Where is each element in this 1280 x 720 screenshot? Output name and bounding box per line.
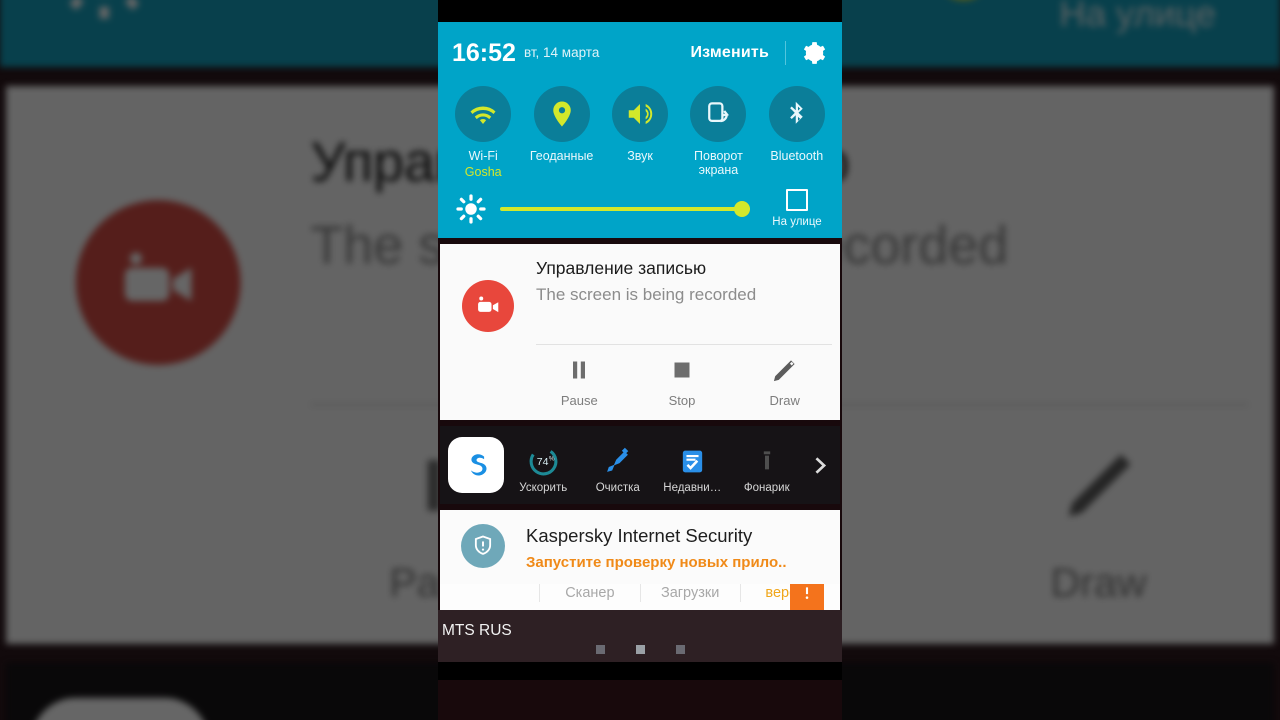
pause-label: Pause (560, 393, 598, 408)
shortcut-recent-label: Недавни… (663, 482, 722, 494)
bluetooth-icon (782, 99, 812, 129)
obscured-action-row[interactable]: Сканер Загрузки версию (440, 584, 840, 610)
stop-icon (670, 355, 694, 385)
location-pin-icon (547, 99, 577, 129)
kaspersky-title: Kaspersky Internet Security (526, 525, 753, 546)
quick-settings-panel: 16:52 вт, 14 марта Изменить Wi-Fi Gosha … (438, 22, 842, 238)
date-label: вт, 14 марта (523, 45, 600, 60)
brightness-sun-icon (456, 193, 486, 224)
boost-ring-icon: 74 % (527, 444, 560, 478)
wifi-network-name: Gosha (464, 165, 502, 179)
location-circle (533, 86, 590, 142)
svg-text:%: % (549, 455, 555, 462)
page-dot-active[interactable] (635, 645, 645, 654)
toggle-wifi[interactable]: Wi-Fi Gosha (444, 86, 522, 179)
toggle-label-screen-rotation: Поворот экрана (694, 149, 743, 177)
toggle-label-location: Геоданные (529, 149, 594, 163)
gear-icon[interactable] (800, 40, 826, 66)
status-bar (438, 0, 842, 22)
page-dot[interactable] (675, 645, 685, 654)
exclamation-badge-icon (790, 584, 824, 610)
wifi-circle (455, 86, 512, 142)
wifi-icon (468, 99, 498, 129)
notification-footer: MTS RUS (438, 610, 842, 680)
volume-icon (625, 99, 655, 129)
carrier-label: MTS RUS (442, 622, 512, 639)
shortcut-flashlight-label: Фонарик (743, 482, 790, 494)
rotation-circle (690, 86, 747, 142)
security-master-s-logo-icon[interactable] (448, 437, 504, 493)
notification-title: Управление записью (536, 258, 707, 278)
sound-circle (612, 86, 669, 142)
notification-icon-column (440, 256, 536, 332)
quick-toggles-row: Wi-Fi Gosha Геоданные Звук Поворот экран… (438, 84, 842, 179)
notification-text: Управление записью The screen is being r… (536, 256, 840, 332)
notification-main: Управление записью The screen is being r… (440, 244, 840, 332)
header-divider (785, 41, 786, 65)
chevron-right-icon[interactable] (804, 454, 834, 477)
broom-clean-icon (603, 444, 632, 478)
toggle-bluetooth[interactable]: Bluetooth (758, 86, 836, 179)
svg-text:74: 74 (536, 456, 548, 468)
pause-button[interactable]: Pause (528, 355, 631, 408)
pause-icon (567, 355, 591, 385)
flashlight-icon (755, 444, 779, 478)
page-indicator (438, 645, 842, 654)
shortcut-toolbar: 74 % Ускорить Очистка Недавни… Фонарик (440, 426, 840, 504)
brightness-slider[interactable] (500, 199, 750, 219)
notification-subtitle: The screen is being recorded (536, 285, 757, 304)
kaspersky-icon-column (440, 524, 526, 574)
outdoor-mode-label: На улице (772, 216, 822, 228)
shortcut-boost-label: Ускорить (519, 482, 568, 494)
navigation-bar (438, 662, 842, 680)
clock: 16:52 (452, 38, 516, 67)
stop-label: Stop (668, 393, 696, 408)
obscured-cell-scanner[interactable]: Сканер (539, 584, 639, 602)
shortcut-clean-label: Очистка (595, 482, 640, 494)
slider-track (500, 206, 750, 211)
draw-label: Draw (769, 393, 800, 408)
shortcut-clean[interactable]: Очистка (581, 436, 656, 494)
draw-button[interactable]: Draw (733, 355, 836, 408)
slider-knob[interactable] (734, 200, 750, 217)
video-record-icon (462, 280, 514, 332)
pencil-icon (771, 355, 798, 385)
toggle-label-sound: Звук (627, 149, 653, 163)
quick-settings-header: 16:52 вт, 14 марта Изменить (438, 22, 842, 84)
edit-button[interactable]: Изменить (690, 44, 769, 62)
shield-alert-icon (461, 524, 505, 568)
stop-button[interactable]: Stop (631, 355, 734, 408)
toggle-sound[interactable]: Звук (601, 86, 679, 179)
checkbox-box[interactable] (786, 189, 808, 211)
toggle-location[interactable]: Геоданные (522, 86, 600, 179)
toggle-screen-rotation[interactable]: Поворот экрана (679, 86, 757, 179)
record-control-notification[interactable]: Управление записью The screen is being r… (440, 244, 840, 420)
outdoor-mode-checkbox[interactable]: На улице (766, 189, 828, 228)
kaspersky-notification[interactable]: Kaspersky Internet Security Запустите пр… (440, 510, 840, 584)
shortcut-recent[interactable]: Недавни… (655, 436, 730, 494)
recent-tasks-icon (678, 444, 707, 478)
brightness-row: На улице (438, 179, 842, 230)
obscured-cell-downloads[interactable]: Загрузки (639, 584, 740, 602)
shortcut-boost[interactable]: 74 % Ускорить (506, 436, 581, 494)
kaspersky-subtitle: Запустите проверку новых прило.. (526, 554, 787, 571)
toggle-label-bluetooth: Bluetooth (770, 149, 824, 163)
screen-stage: 16:52 вт, 14 марта Изменить Wi-FiGosha Г… (0, 0, 1280, 720)
page-dot[interactable] (595, 645, 605, 654)
notification-actions: Pause Stop Draw (440, 345, 840, 420)
toggle-label-wifi: Wi-Fi (468, 149, 498, 163)
bluetooth-circle (768, 86, 825, 142)
kaspersky-text: Kaspersky Internet Security Запустите пр… (526, 524, 840, 574)
screen-rotation-icon (703, 99, 733, 129)
phone-screen: 16:52 вт, 14 марта Изменить Wi-Fi Gosha … (438, 0, 842, 720)
shortcut-flashlight[interactable]: Фонарик (730, 436, 805, 494)
